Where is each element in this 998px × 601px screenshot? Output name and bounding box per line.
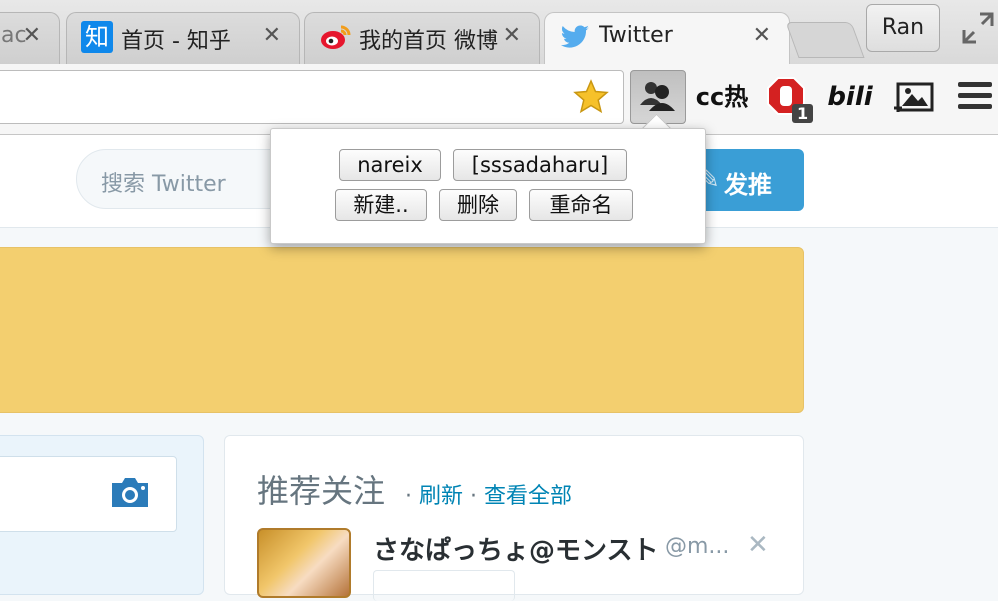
address-bar[interactable]: [0, 70, 624, 124]
bili-label: bili: [827, 82, 873, 112]
text-extension[interactable]: cc热: [694, 70, 750, 124]
tab-zhihu[interactable]: 知 首页 - 知乎 ✕: [66, 12, 300, 64]
text-extension-label: cc热: [695, 83, 749, 111]
avatar[interactable]: [257, 528, 351, 598]
tweet-button-label: 发推: [724, 171, 772, 199]
rename-account-button[interactable]: 重命名: [529, 189, 633, 221]
profile-button[interactable]: Ran: [866, 4, 940, 52]
browser-toolbar: cc热 1 bili: [0, 64, 998, 135]
menu-icon[interactable]: [958, 82, 992, 110]
tab-title: 我的首页 微博: [359, 29, 498, 54]
separator: ·: [405, 484, 419, 509]
tab-title: Twitter: [599, 23, 673, 48]
image-extension[interactable]: [886, 70, 942, 124]
adblock-badge: 1: [792, 104, 814, 123]
recommended-user-handle: @m...: [665, 534, 730, 559]
twitter-favicon: [559, 21, 591, 53]
new-account-button[interactable]: 新建..: [335, 189, 427, 221]
view-all-link[interactable]: 查看全部: [484, 484, 572, 509]
bookmark-star-icon[interactable]: [573, 79, 609, 115]
who-to-follow-card: 推荐关注 · 刷新 · 查看全部 さなぱっちょ@モンスト @m... ✕: [224, 435, 804, 601]
dismiss-close-icon[interactable]: ✕: [747, 530, 769, 560]
tab-close-icon[interactable]: ✕: [753, 23, 771, 48]
account-button-nareix[interactable]: nareix: [339, 149, 441, 181]
who-to-follow-title: 推荐关注: [257, 472, 386, 510]
tab-weibo[interactable]: 我的首页 微博 ✕: [304, 12, 540, 64]
account-switcher-popup: nareix [sssadaharu] 新建.. 删除 重命名: [270, 128, 706, 244]
camera-icon[interactable]: [108, 475, 152, 511]
tab-close-icon[interactable]: ✕: [23, 23, 41, 48]
tweet-composer[interactable]: [0, 456, 177, 532]
tweet-button[interactable]: ✎ 发推: [690, 149, 804, 211]
delete-account-button[interactable]: 删除: [439, 189, 517, 221]
search-placeholder: 搜索 Twitter: [101, 172, 226, 197]
who-to-follow-links: · 刷新 · 查看全部: [405, 478, 572, 510]
tab-close-icon[interactable]: ✕: [503, 23, 521, 48]
fullscreen-icon[interactable]: [960, 10, 996, 46]
tab-partial[interactable]: ac ✕: [0, 12, 60, 64]
tab-strip: ac ✕ 知 首页 - 知乎 ✕ 我的首页 微博 ✕ Twitter ✕ Ran: [0, 0, 998, 64]
weibo-favicon: [319, 21, 351, 53]
image-icon: [894, 82, 934, 112]
adblock-extension[interactable]: 1: [760, 70, 816, 124]
bili-extension[interactable]: bili: [822, 70, 878, 124]
profile-card: [0, 435, 204, 595]
new-tab-button[interactable]: [785, 22, 865, 58]
yellow-banner: [0, 247, 804, 413]
account-button-sssadaharu[interactable]: [sssadaharu]: [453, 149, 627, 181]
follow-button[interactable]: [373, 570, 515, 601]
separator: ·: [463, 484, 484, 509]
tab-twitter[interactable]: Twitter ✕: [544, 12, 790, 64]
zhihu-favicon: 知: [81, 21, 113, 53]
tab-title: 首页 - 知乎: [121, 29, 231, 54]
tab-close-icon[interactable]: ✕: [263, 23, 281, 48]
refresh-link[interactable]: 刷新: [419, 484, 463, 509]
recommended-user-name[interactable]: さなぱっちょ@モンスト: [373, 530, 658, 567]
